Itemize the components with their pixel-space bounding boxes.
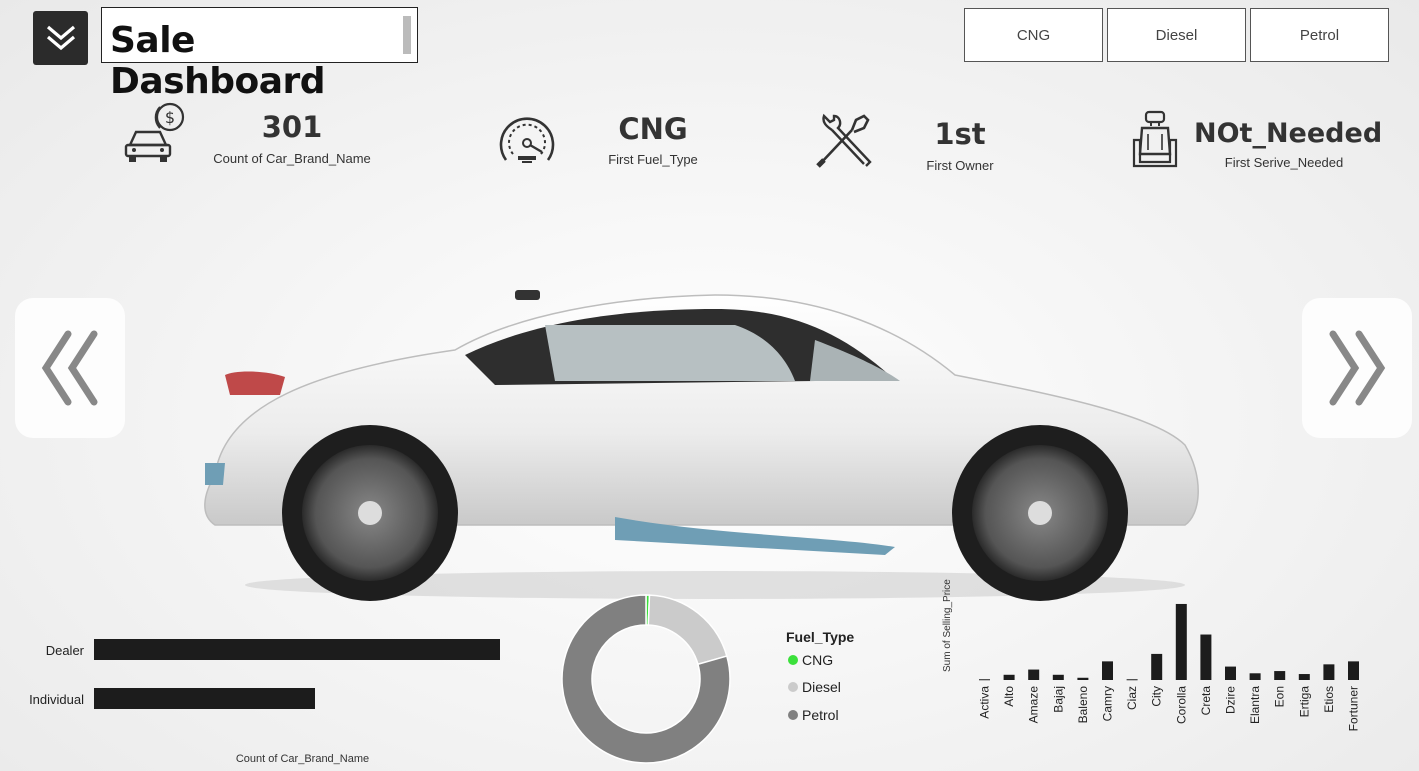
car-seat-icon [1130,110,1180,177]
tick-label-city: City [1150,686,1164,707]
chevron-double-right-icon [1329,330,1386,406]
bar-creta[interactable] [1200,634,1212,680]
bar-dealer[interactable] [94,639,500,660]
filter-button-cng[interactable]: CNG [964,8,1103,62]
tick-label-eon: Eon [1273,686,1287,707]
legend-item-petrol[interactable]: Petrol [788,707,839,723]
car-dollar-icon: $ [122,100,190,169]
kpi-service-value: NOt_Needed [1194,118,1383,149]
bar-ertiga[interactable] [1298,674,1310,680]
tick-label-elantra: Elantra [1248,686,1262,724]
filter-button-petrol[interactable]: Petrol [1250,8,1389,62]
legend-title: Fuel_Type [786,629,855,645]
next-slide-button[interactable] [1302,298,1412,438]
menu-button[interactable] [33,11,88,65]
tick-label-baleno: Baleno [1076,686,1090,724]
donut-slice-diesel[interactable] [647,594,728,666]
title-text-cursor [403,16,411,54]
bar-ciaz[interactable] [1126,679,1138,681]
bar-etios[interactable] [1323,664,1335,680]
chevron-double-down-icon [46,25,75,51]
tick-label-ciaz: Ciaz [1125,686,1139,710]
tick-label-ertiga: Ertiga [1297,686,1311,718]
tick-label-creta: Creta [1199,686,1213,716]
kpi-owner-label: First Owner [926,158,994,173]
tick-label-amaze: Amaze [1027,686,1041,724]
tools-icon [812,112,872,175]
seller-chart-xlabel: Count of Car_Brand_Name [235,753,370,765]
legend-item-cng[interactable]: CNG [788,652,833,668]
bar-eon[interactable] [1274,671,1286,680]
legend-dot-cng [788,655,798,665]
car-image [204,290,1199,601]
kpi-fuel-type-value: CNG [618,112,688,146]
kpi-car-count-label: Count of Car_Brand_Name [213,151,371,166]
bar-fortuner[interactable] [1348,661,1359,680]
seller-type-chart: Dealer Individual Count of Car_Brand_Nam… [0,620,520,770]
kpi-service-label: First Serive_Needed [1224,155,1344,170]
legend-dot-diesel [788,682,798,692]
kpi-fuel-type-label: First Fuel_Type [608,152,698,167]
selling-price-chart: Sum of Selling_Price Activa Alto Amaze Bajaj… [942,579,1361,732]
fuel-type-donut-chart [561,594,731,764]
bar-activa[interactable] [979,679,990,681]
prev-slide-button[interactable] [15,298,125,438]
chevron-double-left-icon [41,330,98,406]
legend-label-cng: CNG [802,652,834,668]
title-box: Sale Dashboard [101,7,418,102]
tick-label-alto: Alto [1002,686,1016,707]
tick-label-dzire: Dzire [1224,686,1238,714]
bar-amaze[interactable] [1028,669,1040,680]
page-title: Sale Dashboard [110,20,326,102]
tick-label-etios: Etios [1322,686,1336,713]
tick-label-camry: Camry [1101,686,1115,721]
legend-label-diesel: Diesel [802,679,841,695]
bar-elantra[interactable] [1249,673,1261,680]
legend-item-diesel[interactable]: Diesel [788,679,841,695]
bar-bajaj[interactable] [1052,674,1064,680]
legend-dot-petrol [788,710,798,720]
bar-individual[interactable] [94,688,315,709]
tick-label-bajaj: Bajaj [1051,686,1065,713]
bar-dzire[interactable] [1225,666,1236,680]
tick-label-activa: Activa [978,686,992,719]
filter-button-diesel[interactable]: Diesel [1107,8,1246,62]
bar-corolla[interactable] [1175,603,1187,680]
kpi-owner-value: 1st [934,117,986,151]
bar-label-individual: Individual [29,692,84,707]
tick-label-fortuner: Fortuner [1347,686,1361,731]
bar-alto[interactable] [1003,674,1015,680]
legend-label-petrol: Petrol [802,707,839,723]
bar-baleno[interactable] [1077,677,1089,680]
svg-text:$: $ [165,108,175,127]
bar-camry[interactable] [1102,661,1113,680]
kpi-car-count-value: 301 [261,110,323,144]
speedometer-icon [496,110,558,173]
selling-price-ylabel: Sum of Selling_Price [942,579,953,672]
bar-label-dealer: Dealer [45,643,84,658]
bar-city[interactable] [1151,653,1163,680]
tick-label-corolla: Corolla [1174,686,1188,724]
